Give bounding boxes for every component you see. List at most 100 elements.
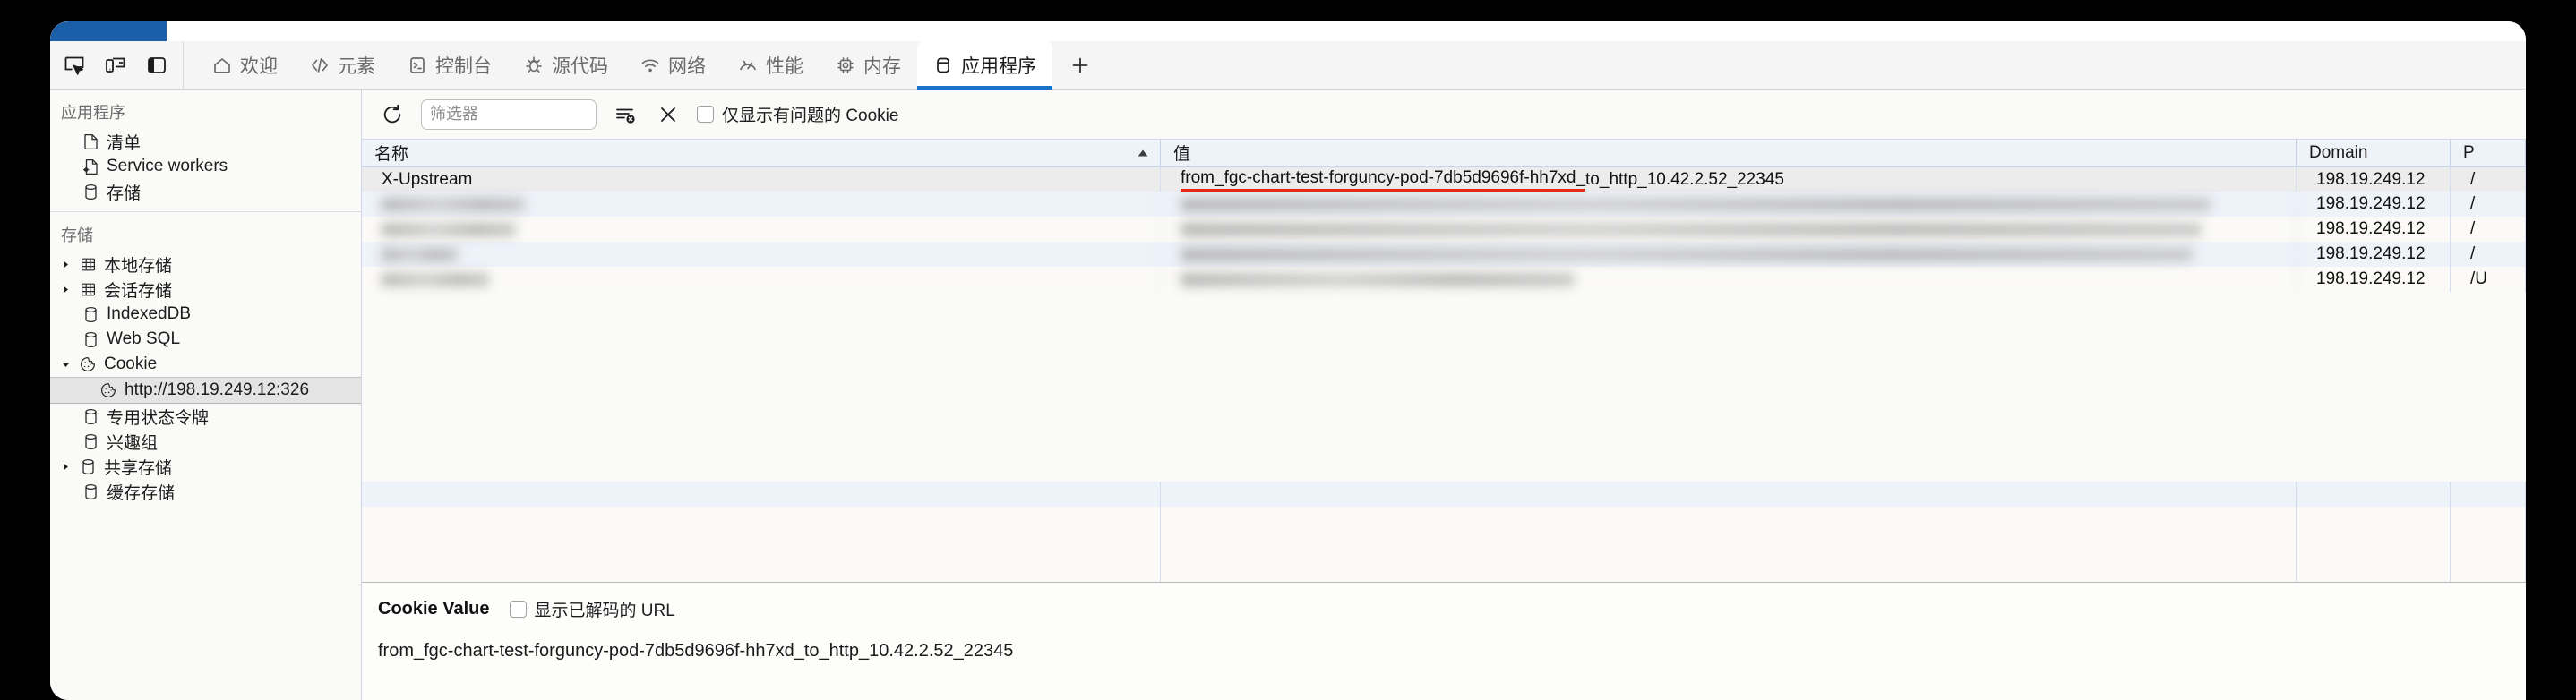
table-empty-row bbox=[362, 482, 2526, 507]
column-header-label: 名称 bbox=[374, 145, 409, 164]
clear-filter-icon[interactable] bbox=[611, 100, 640, 129]
cookie-value-header: Cookie Value 显示已解码的 URL bbox=[378, 597, 2526, 621]
column-header-label: 值 bbox=[1173, 145, 1191, 164]
browser-tab-accent bbox=[50, 21, 167, 41]
cell-domain: 198.19.249.12 bbox=[2297, 217, 2451, 242]
sidebar-item-label: 清单 bbox=[107, 133, 142, 153]
cookies-table-header: 名称 值 Domain P bbox=[362, 140, 2526, 166]
table-row[interactable]: 198.19.249.12 /U bbox=[362, 267, 2526, 292]
checkbox-box[interactable] bbox=[509, 601, 527, 618]
sidebar-item-indexeddb[interactable]: IndexedDB bbox=[50, 302, 361, 327]
inspect-element-icon[interactable] bbox=[61, 52, 88, 79]
sidebar-item-label: 共享存储 bbox=[104, 458, 173, 478]
cell-domain: 198.19.249.12 bbox=[2297, 167, 2451, 192]
tab-network[interactable]: 网络 bbox=[624, 41, 722, 89]
cookie-icon bbox=[99, 382, 118, 398]
sidebar-item-manifest[interactable]: 清单 bbox=[50, 129, 361, 154]
sidebar-item-storage[interactable]: 存储 bbox=[50, 179, 361, 204]
column-header-domain[interactable]: Domain bbox=[2297, 140, 2451, 166]
cell-value-underlined: from_fgc-chart-test-forguncy-pod-7db5d96… bbox=[1181, 168, 1586, 192]
table-empty-area bbox=[362, 482, 2526, 582]
tab-memory[interactable]: 内存 bbox=[820, 41, 917, 89]
chevron-right-icon[interactable] bbox=[59, 285, 72, 295]
table-row[interactable]: 198.19.249.12 / bbox=[362, 192, 2526, 217]
tab-label: 性能 bbox=[766, 55, 803, 77]
column-header-label: Domain bbox=[2309, 142, 2368, 162]
browser-chrome-strip bbox=[50, 21, 2526, 41]
cookie-value-text: from_fgc-chart-test-forguncy-pod-7db5d96… bbox=[378, 641, 1014, 661]
tab-label: 网络 bbox=[668, 55, 706, 77]
sidebar-item-label: 缓存存储 bbox=[107, 483, 176, 503]
tab-label: 元素 bbox=[338, 55, 375, 77]
chip-icon bbox=[836, 55, 855, 75]
column-header-path[interactable]: P bbox=[2451, 140, 2526, 166]
tab-elements[interactable]: 元素 bbox=[294, 41, 391, 89]
issues-only-checkbox[interactable]: 仅显示有问题的 Cookie bbox=[697, 102, 898, 126]
sidebar-item-cache-storage[interactable]: 缓存存储 bbox=[50, 479, 361, 504]
table-grid-icon bbox=[78, 282, 98, 297]
sidebar-item-label: http://198.19.249.12:326 bbox=[125, 380, 310, 399]
clear-all-cookies-icon[interactable] bbox=[654, 100, 683, 129]
checkbox-box[interactable] bbox=[697, 106, 714, 123]
sidebar-item-label: Service workers bbox=[107, 157, 228, 175]
sidebar-item-label: IndexedDB bbox=[107, 304, 192, 323]
cookies-table[interactable]: 名称 值 Domain P X-Upstream from_fgc-chart-… bbox=[362, 140, 2526, 582]
tab-label: 源代码 bbox=[552, 55, 608, 77]
device-toolbar-icon[interactable] bbox=[102, 52, 129, 79]
table-row[interactable]: 198.19.249.12 / bbox=[362, 242, 2526, 267]
table-grid-icon bbox=[78, 257, 98, 272]
column-header-label: P bbox=[2463, 142, 2475, 162]
cell-path: / bbox=[2451, 217, 2526, 242]
database-icon bbox=[78, 458, 98, 475]
sidebar-item-web-sql[interactable]: Web SQL bbox=[50, 327, 361, 352]
sidebar-item-shared-storage[interactable]: 共享存储 bbox=[50, 454, 361, 479]
application-sidebar[interactable]: 应用程序 清单 Service workers 存储 存储 本地存储 会话存储 … bbox=[50, 90, 362, 700]
cell-value: from_fgc-chart-test-forguncy-pod-7db5d96… bbox=[1161, 167, 2297, 192]
add-tab-button[interactable] bbox=[1052, 41, 1108, 89]
document-gear-icon bbox=[81, 158, 100, 175]
cookies-toolbar: 仅显示有问题的 Cookie bbox=[362, 90, 2526, 140]
cell-name bbox=[362, 192, 1161, 217]
chevron-right-icon[interactable] bbox=[59, 260, 72, 269]
table-row[interactable]: X-Upstream from_fgc-chart-test-forguncy-… bbox=[362, 166, 2526, 192]
sidebar-section-title-application: 应用程序 bbox=[61, 104, 125, 122]
cell-value bbox=[1161, 217, 2297, 242]
cookie-value-pane: Cookie Value 显示已解码的 URL from_fgc-chart-t… bbox=[362, 582, 2526, 700]
sidebar-item-service-workers[interactable]: Service workers bbox=[50, 154, 361, 179]
refresh-icon[interactable] bbox=[378, 100, 407, 129]
table-empty-row bbox=[362, 507, 2526, 582]
wifi-icon bbox=[640, 55, 660, 75]
sidebar-item-session-storage[interactable]: 会话存储 bbox=[50, 277, 361, 302]
sidebar-item-private-state-tokens[interactable]: 专用状态令牌 bbox=[50, 404, 361, 429]
show-decoded-url-checkbox[interactable]: 显示已解码的 URL bbox=[509, 597, 675, 621]
cell-value-rest: to_http_10.42.2.52_22345 bbox=[1585, 169, 1784, 189]
tab-welcome[interactable]: 欢迎 bbox=[196, 41, 294, 89]
cell-name bbox=[362, 267, 1161, 292]
table-row[interactable]: 198.19.249.12 / bbox=[362, 217, 2526, 242]
sidebar-item-label: Web SQL bbox=[107, 329, 181, 348]
sidebar-item-local-storage[interactable]: 本地存储 bbox=[50, 252, 361, 277]
home-icon bbox=[212, 55, 232, 75]
sidebar-item-label: 会话存储 bbox=[104, 281, 173, 301]
sidebar-item-cookie-origin[interactable]: http://198.19.249.12:326 bbox=[50, 377, 361, 404]
column-header-value[interactable]: 值 bbox=[1161, 140, 2297, 166]
sidebar-item-label: 专用状态令牌 bbox=[107, 408, 210, 428]
cookie-value-title: Cookie Value bbox=[378, 599, 490, 619]
filter-input[interactable] bbox=[421, 98, 597, 130]
cell-value bbox=[1161, 267, 2297, 292]
document-icon bbox=[81, 133, 100, 150]
tab-application[interactable]: 应用程序 bbox=[917, 41, 1052, 90]
database-icon bbox=[81, 331, 100, 348]
tab-sources[interactable]: 源代码 bbox=[508, 41, 624, 89]
column-header-name[interactable]: 名称 bbox=[362, 140, 1161, 166]
app-storage-icon bbox=[933, 55, 953, 75]
chevron-down-icon[interactable] bbox=[59, 360, 72, 370]
cell-value bbox=[1161, 192, 2297, 217]
chevron-right-icon[interactable] bbox=[59, 462, 72, 472]
dock-layout-icon[interactable] bbox=[143, 52, 170, 79]
cell-path: / bbox=[2451, 167, 2526, 192]
tab-performance[interactable]: 性能 bbox=[722, 41, 820, 89]
sidebar-item-cookie[interactable]: Cookie bbox=[50, 352, 361, 377]
tab-console[interactable]: 控制台 bbox=[391, 41, 508, 89]
sidebar-item-interest-groups[interactable]: 兴趣组 bbox=[50, 429, 361, 454]
